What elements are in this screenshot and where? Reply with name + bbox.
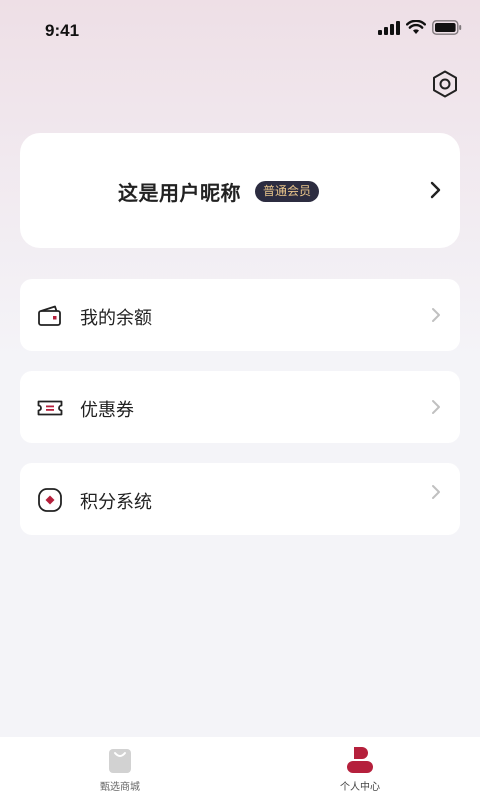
menu-item-points[interactable]: 积分系统 — [20, 463, 460, 535]
status-bar: 9:41 — [0, 0, 480, 60]
chevron-right-icon — [432, 308, 440, 322]
menu-item-coupons[interactable]: 优惠券 — [20, 371, 460, 443]
tab-profile[interactable]: 个人中心 — [240, 737, 480, 800]
menu-item-balance[interactable]: 我的余额 — [20, 279, 460, 351]
chevron-right-icon — [432, 400, 440, 414]
wifi-icon — [406, 20, 426, 34]
chevron-right-icon — [430, 181, 441, 199]
member-level-badge: 普通会员 — [255, 181, 320, 202]
tab-label: 个人中心 — [340, 782, 380, 793]
wallet-icon — [38, 305, 61, 326]
user-nickname: 这是用户昵称 — [118, 181, 241, 205]
status-time: 9:41 — [45, 21, 80, 40]
shopping-bag-icon — [109, 749, 131, 773]
bottom-tab-bar: 甄选商城 个人中心 — [0, 737, 480, 800]
profile-card[interactable]: 这是用户昵称 普通会员 — [20, 133, 460, 248]
cellular-signal-icon — [378, 20, 400, 35]
tab-shop[interactable]: 甄选商城 — [0, 737, 240, 800]
menu-item-label: 积分系统 — [80, 492, 152, 513]
hexagon-settings-icon — [433, 70, 457, 98]
points-icon — [38, 488, 62, 512]
user-icon — [347, 747, 373, 773]
menu-item-label: 优惠券 — [80, 400, 134, 421]
chevron-right-icon — [432, 485, 440, 499]
menu-item-label: 我的余额 — [80, 308, 152, 329]
settings-button[interactable] — [430, 69, 460, 99]
status-icons — [378, 20, 462, 35]
tab-label: 甄选商城 — [100, 782, 140, 793]
coupon-icon — [37, 400, 63, 416]
battery-icon — [432, 20, 462, 35]
